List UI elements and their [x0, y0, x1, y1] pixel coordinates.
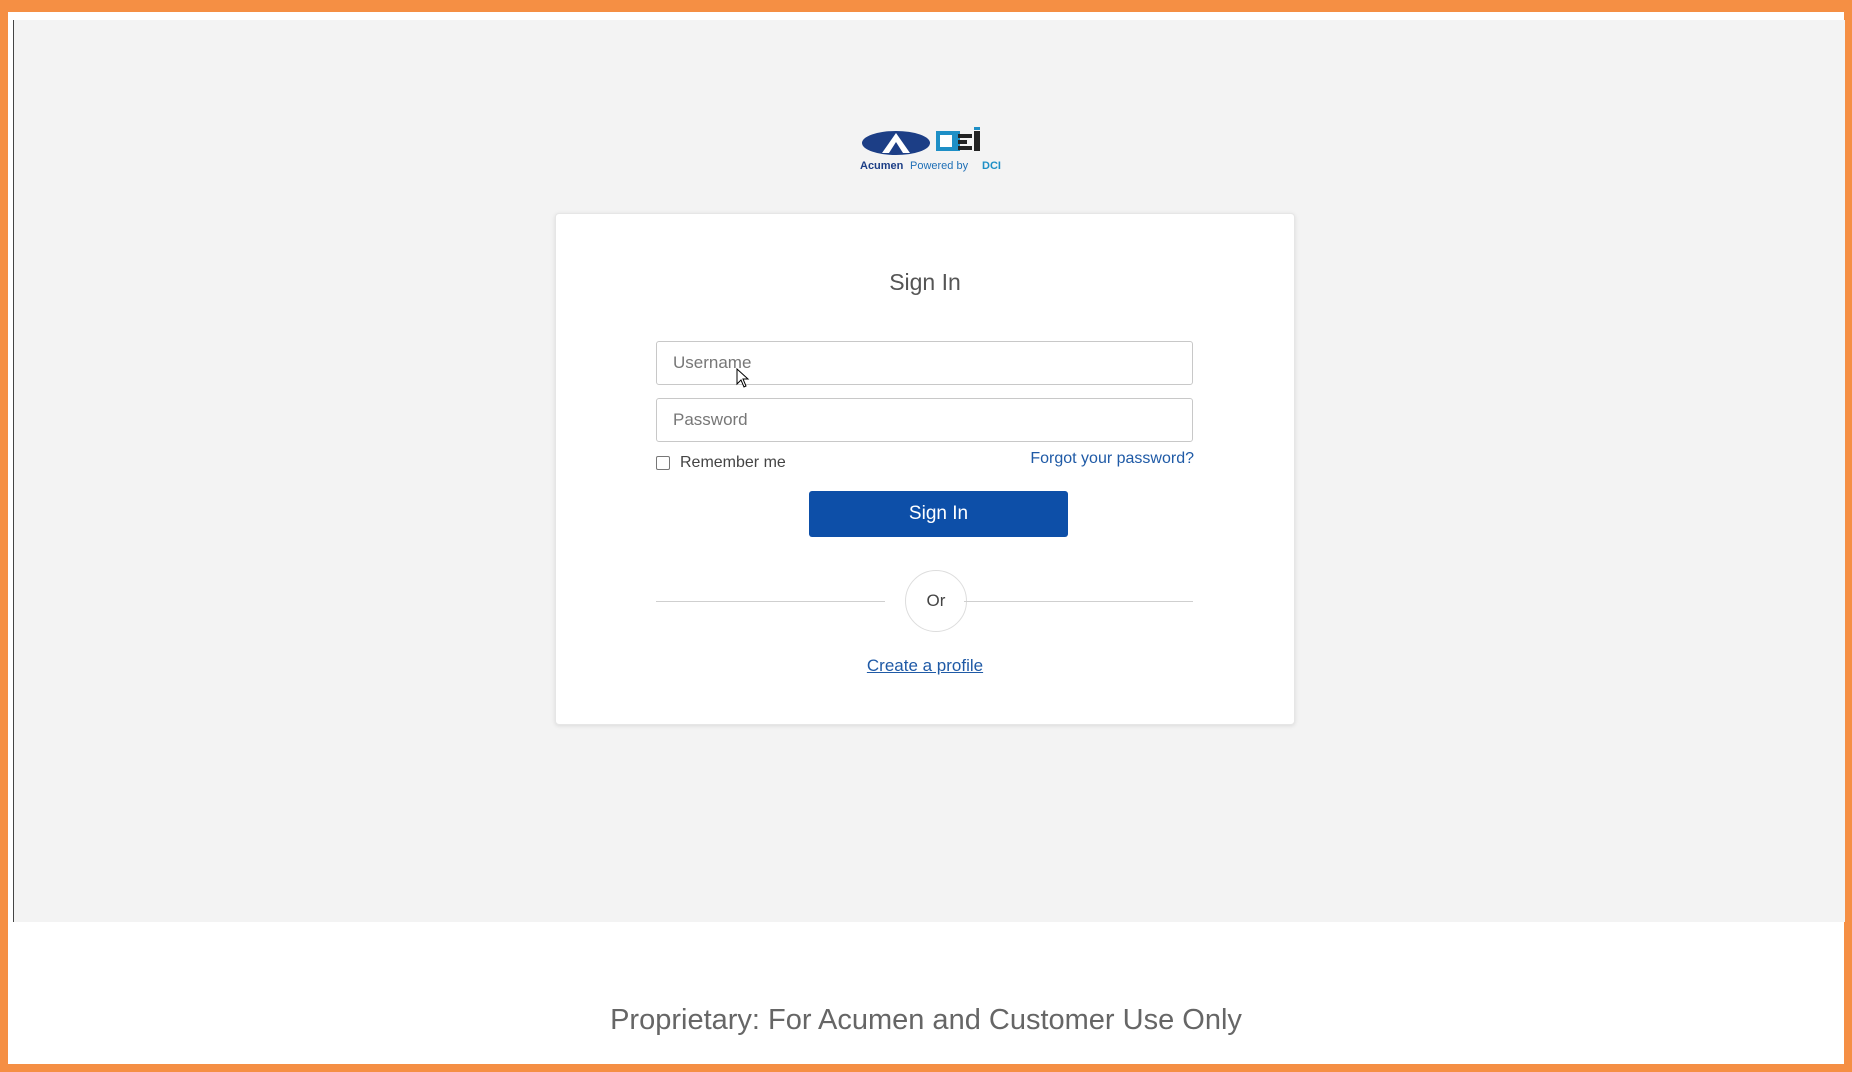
- create-profile-link[interactable]: Create a profile: [867, 656, 983, 675]
- remember-me-label[interactable]: Remember me: [680, 454, 786, 472]
- create-profile: Create a profile: [556, 656, 1294, 676]
- svg-text:DCI: DCI: [982, 160, 1001, 172]
- acumen-dci-logo: Acumen Powered by DCI: [860, 127, 1010, 177]
- footer-disclaimer: Proprietary: For Acumen and Customer Use…: [610, 1004, 1242, 1036]
- forgot-password-link[interactable]: Forgot your password?: [1030, 450, 1194, 468]
- divider-line-left: [656, 601, 885, 602]
- svg-text:Powered by: Powered by: [910, 160, 969, 172]
- remember-me-checkbox[interactable]: [656, 456, 670, 470]
- signin-button[interactable]: Sign In: [809, 491, 1068, 537]
- signin-title: Sign In: [889, 269, 961, 295]
- mouse-cursor-icon: [736, 368, 750, 388]
- slide-frame: Acumen Powered by DCI Sign In Remember m…: [8, 12, 1845, 1064]
- or-divider: Or: [905, 570, 967, 632]
- svg-text:Acumen: Acumen: [860, 160, 904, 172]
- divider-line-right: [964, 601, 1193, 602]
- signin-card: Sign In Remember me Forgot your password…: [555, 213, 1295, 725]
- remember-me: Remember me: [656, 454, 786, 472]
- password-input[interactable]: [656, 398, 1193, 442]
- login-screen: Acumen Powered by DCI Sign In Remember m…: [13, 20, 1845, 922]
